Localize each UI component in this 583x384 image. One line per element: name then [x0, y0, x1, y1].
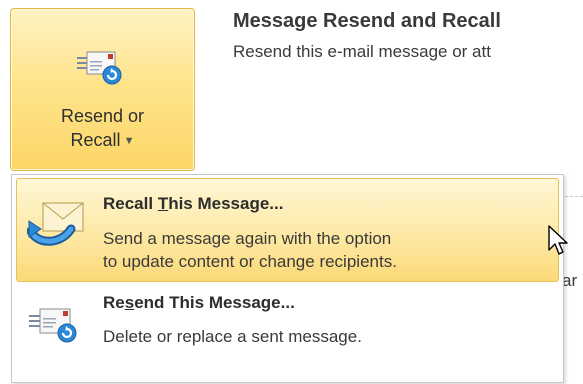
envelope-resend-icon — [75, 49, 131, 89]
recall-this-message-desc-line2: to update content or change recipients. — [103, 252, 397, 271]
envelope-resend-icon — [27, 301, 87, 351]
background-text-fragment: ar — [562, 271, 578, 290]
group-title: Message Resend and Recall — [233, 10, 501, 32]
resend-or-recall-label-line1: Resend or — [60, 106, 145, 126]
envelope-recall-icon — [26, 199, 87, 249]
group-description: Resend this e-mail message or att — [233, 42, 491, 61]
resend-or-recall-label-line2: Recall ▼ — [70, 130, 135, 150]
mouse-pointer-icon — [548, 225, 570, 257]
resend-or-recall-button[interactable]: Resend or Recall ▼ — [10, 8, 195, 171]
resend-this-message-title: Resend This Message... — [103, 293, 295, 312]
recall-this-message-title: Recall This Message... — [103, 194, 284, 213]
chevron-down-icon: ▼ — [123, 135, 135, 147]
menu-item-recall-this-message[interactable]: Recall This Message... Send a message ag… — [16, 178, 559, 282]
resend-recall-dropdown-menu: Recall This Message... Send a message ag… — [11, 174, 564, 383]
menu-item-resend-this-message[interactable]: Resend This Message... Delete or replace… — [16, 280, 559, 384]
recall-this-message-desc-line1: Send a message again with the option — [103, 229, 392, 248]
resend-this-message-desc: Delete or replace a sent message. — [103, 327, 362, 346]
